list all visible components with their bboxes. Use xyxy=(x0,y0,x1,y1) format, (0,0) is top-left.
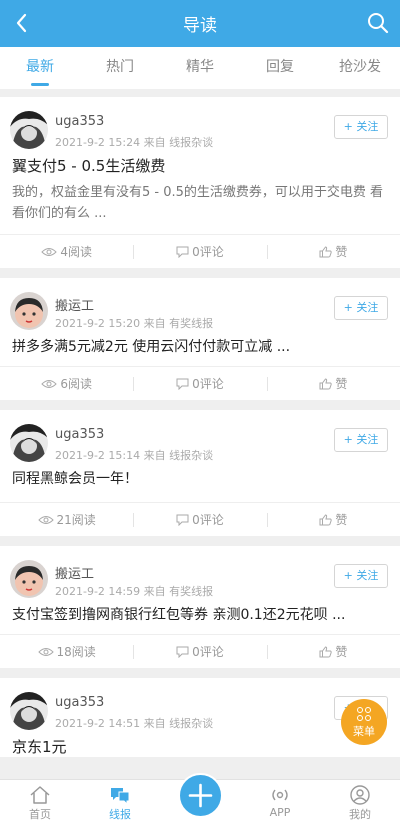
back-arrow-icon[interactable] xyxy=(10,10,34,36)
username[interactable]: uga353 xyxy=(55,114,104,129)
read-count: 18阅读 xyxy=(0,643,133,660)
post-card[interactable]: 搬运工 2021-9-2 14:59 来自 有奖线报 + 关注 支付宝签到撸网商… xyxy=(0,546,400,668)
thumbs-up-icon xyxy=(319,645,332,657)
post-feed: uga353 2021-9-2 15:24 来自 线报杂谈 + 关注 翼支付5 … xyxy=(0,97,400,767)
avatar[interactable] xyxy=(10,111,48,149)
post-title[interactable]: 京东1元 xyxy=(0,730,400,757)
avatar[interactable] xyxy=(10,424,48,462)
thumbs-up-icon xyxy=(319,513,332,525)
nav-home[interactable]: 首页 xyxy=(0,780,80,825)
post-meta: 2021-9-2 14:59 来自 有奖线报 xyxy=(55,585,214,598)
search-icon[interactable] xyxy=(366,11,390,35)
tab-featured[interactable]: 精华 xyxy=(160,47,240,89)
comment-count[interactable]: 0评论 xyxy=(133,511,266,528)
comment-icon xyxy=(176,514,189,526)
home-icon xyxy=(30,786,50,804)
avatar[interactable] xyxy=(10,560,48,598)
post-card[interactable]: 搬运工 2021-9-2 15:20 来自 有奖线报 + 关注 拼多多满5元减2… xyxy=(0,278,400,400)
follow-button[interactable]: + 关注 xyxy=(334,564,388,588)
comment-count[interactable]: 0评论 xyxy=(133,643,266,660)
add-post-button[interactable] xyxy=(178,773,223,818)
thumbs-up-icon xyxy=(319,377,332,389)
username[interactable]: 搬运工 xyxy=(55,563,94,582)
plus-icon xyxy=(188,783,213,808)
eye-icon xyxy=(37,647,54,656)
username[interactable]: uga353 xyxy=(55,427,104,442)
post-meta: 2021-9-2 15:20 来自 有奖线报 xyxy=(55,317,214,330)
tab-latest[interactable]: 最新 xyxy=(0,47,80,89)
post-card[interactable]: uga353 2021-9-2 15:24 来自 线报杂谈 + 关注 翼支付5 … xyxy=(0,97,400,268)
grid-icon xyxy=(357,707,371,721)
tab-bar: 最新 热门 精华 回复 抢沙发 xyxy=(0,47,400,89)
nav-deals[interactable]: 线报 xyxy=(80,780,160,825)
like-button[interactable]: 赞 xyxy=(266,643,400,660)
post-meta: 2021-9-2 15:24 来自 线报杂谈 xyxy=(55,136,214,149)
comment-count[interactable]: 0评论 xyxy=(133,375,266,392)
thumbs-up-icon xyxy=(319,245,332,257)
username[interactable]: uga353 xyxy=(55,695,104,710)
post-excerpt[interactable]: 我的，权益金里有没有5 - 0.5的生活缴费券，可以用于交电费 看看你们的有么 … xyxy=(0,176,400,224)
follow-button[interactable]: + 关注 xyxy=(334,296,388,320)
like-button[interactable]: 赞 xyxy=(266,511,400,528)
chat-bubble-icon xyxy=(111,788,130,805)
tab-replies[interactable]: 回复 xyxy=(240,47,320,89)
avatar[interactable] xyxy=(10,292,48,330)
menu-button[interactable]: 菜单 xyxy=(341,699,387,745)
comment-icon xyxy=(176,378,189,390)
post-title[interactable]: 同程黑鲸会员一年！ xyxy=(0,462,400,488)
nav-app[interactable]: APP xyxy=(240,780,320,825)
comment-icon xyxy=(176,646,189,658)
comment-icon xyxy=(176,246,189,258)
like-button[interactable]: 赞 xyxy=(266,375,400,392)
user-icon xyxy=(350,785,370,805)
top-bar: 导读 xyxy=(0,0,400,47)
read-count: 6阅读 xyxy=(0,375,133,392)
broadcast-icon xyxy=(272,789,288,801)
page-title: 导读 xyxy=(183,16,217,36)
eye-icon xyxy=(41,379,58,388)
read-count: 4阅读 xyxy=(0,243,133,260)
eye-icon xyxy=(41,247,58,256)
post-meta: 2021-9-2 15:14 来自 线报杂谈 xyxy=(55,449,214,462)
eye-icon xyxy=(37,515,54,524)
avatar[interactable] xyxy=(10,692,48,730)
like-button[interactable]: 赞 xyxy=(266,243,400,260)
follow-button[interactable]: + 关注 xyxy=(334,428,388,452)
nav-me[interactable]: 我的 xyxy=(320,780,400,825)
post-title[interactable]: 拼多多满5元减2元 使用云闪付付款可立减 ... xyxy=(0,330,400,356)
post-meta: 2021-9-2 14:51 来自 线报杂谈 xyxy=(55,717,214,730)
post-title[interactable]: 翼支付5 - 0.5生活缴费 xyxy=(0,149,400,176)
comment-count[interactable]: 0评论 xyxy=(133,243,266,260)
post-card[interactable]: uga353 2021-9-2 14:51 来自 线报杂谈 + 关注 京东1元 xyxy=(0,678,400,757)
tab-hot[interactable]: 热门 xyxy=(80,47,160,89)
username[interactable]: 搬运工 xyxy=(55,295,94,314)
follow-button[interactable]: + 关注 xyxy=(334,115,388,139)
tab-first-reply[interactable]: 抢沙发 xyxy=(320,47,400,89)
read-count: 21阅读 xyxy=(0,511,133,528)
post-title[interactable]: 支付宝签到撸网商银行红包等券 亲测0.1还2元花呗 ... xyxy=(0,598,400,624)
post-card[interactable]: uga353 2021-9-2 15:14 来自 线报杂谈 + 关注 同程黑鲸会… xyxy=(0,410,400,536)
